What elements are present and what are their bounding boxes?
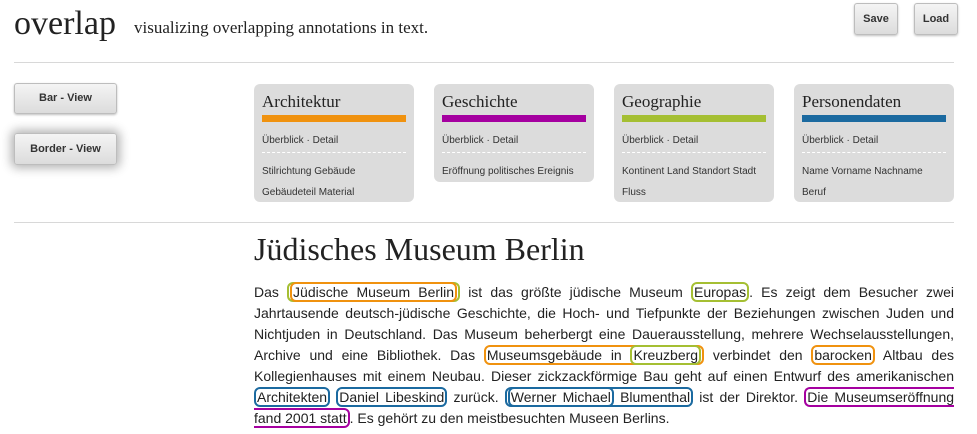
overview-link[interactable]: Überblick <box>622 135 664 146</box>
category-item[interactable]: Standort <box>692 166 730 177</box>
category-divider <box>622 152 766 153</box>
detail-link[interactable]: Detail <box>853 135 879 146</box>
category-item[interactable]: Stilrichtung <box>262 166 311 177</box>
category-divider <box>802 152 946 153</box>
text-segment: ist der Direktor. <box>693 389 805 405</box>
category-color-bar <box>442 115 586 122</box>
overview-link[interactable]: Überblick <box>802 135 844 146</box>
annotation-personendaten[interactable]: Werner Michael <box>507 387 614 407</box>
category-color-bar <box>802 115 946 122</box>
category-color-bar <box>262 115 406 122</box>
category-title: Personendaten <box>802 92 902 111</box>
category-title: Architektur <box>262 92 341 111</box>
annotation-architektur[interactable]: barocken <box>811 345 875 365</box>
detail-link[interactable]: Detail <box>493 135 519 146</box>
category-title: Geschichte <box>442 92 518 111</box>
category-item[interactable]: Kontinent <box>622 166 664 177</box>
category-item[interactable]: Gebäudeteil <box>262 187 316 198</box>
load-button[interactable]: Load <box>914 3 958 35</box>
text-segment: . Es gehört zu den meistbesuchten Museen… <box>349 410 670 426</box>
annotation-text: Blumenthal <box>613 389 691 405</box>
category-item[interactable]: Gebäude <box>314 166 355 177</box>
save-button[interactable]: Save <box>854 3 898 35</box>
annotation-personendaten[interactable]: Werner Michael Blumenthal <box>504 387 694 407</box>
app-subtitle: visualizing overlapping annotations in t… <box>134 18 429 37</box>
link-separator: · <box>666 135 670 146</box>
category-item[interactable]: Vorname <box>831 166 871 177</box>
text-segment: zurück. <box>447 389 505 405</box>
category-links: Überblick · Detail <box>622 135 698 146</box>
header-divider <box>14 62 954 63</box>
category-items: Name Vorname Nachname Beruf <box>802 161 952 203</box>
category-item[interactable]: Fluss <box>622 187 646 198</box>
category-items: Stilrichtung Gebäude Gebäudeteil Materia… <box>262 161 412 203</box>
annotation-architektur[interactable]: Jüdische Museum Berlin <box>290 282 458 302</box>
annotation-architektur[interactable]: Museumsgebäude in Kreuzberg <box>483 345 705 365</box>
category-panel-geschichte: Geschichte Überblick · Detail Eröffnung … <box>434 84 594 182</box>
detail-link[interactable]: Detail <box>313 135 339 146</box>
annotation-personendaten[interactable]: Daniel Libeskind <box>336 387 448 407</box>
bar-view-button[interactable]: Bar - View <box>14 83 117 114</box>
annotation-text: Museumsgebäude in <box>486 347 631 363</box>
category-item[interactable]: Name <box>802 166 829 177</box>
category-links: Überblick · Detail <box>262 135 338 146</box>
content-divider <box>14 222 954 223</box>
category-item[interactable]: Eröffnung <box>442 166 485 177</box>
category-item[interactable]: Land <box>667 166 689 177</box>
overview-link[interactable]: Überblick <box>262 135 304 146</box>
overview-link[interactable]: Überblick <box>442 135 484 146</box>
category-panel-architektur: Architektur Überblick · Detail Stilricht… <box>254 84 414 202</box>
document-text: Das Jüdische Museum Berlin ist das größt… <box>254 282 955 429</box>
category-links: Überblick · Detail <box>802 135 878 146</box>
annotation-geographie[interactable]: Jüdische Museum Berlin <box>287 282 461 302</box>
category-item[interactable]: Material <box>319 187 355 198</box>
category-item[interactable]: Nachname <box>874 166 922 177</box>
category-divider <box>262 152 406 153</box>
category-items: Kontinent Land Standort Stadt Fluss <box>622 161 772 203</box>
annotation-personendaten[interactable]: Architekten <box>254 387 331 407</box>
category-color-bar <box>622 115 766 122</box>
annotation-geographie[interactable]: Europas <box>690 282 750 302</box>
detail-link[interactable]: Detail <box>673 135 699 146</box>
link-separator: · <box>306 135 310 146</box>
text-segment: verbindet den <box>704 347 812 363</box>
border-view-button[interactable]: Border - View <box>14 133 117 165</box>
category-divider <box>442 152 586 153</box>
link-separator: · <box>846 135 850 146</box>
category-panel-geographie: Geographie Überblick · Detail Kontinent … <box>614 84 774 202</box>
document-title: Jüdisches Museum Berlin <box>254 231 585 267</box>
annotation-geographie[interactable]: Kreuzberg <box>630 345 702 365</box>
category-item[interactable]: politisches Ereignis <box>488 166 574 177</box>
text-segment: Das <box>254 284 288 300</box>
category-item[interactable]: Stadt <box>733 166 756 177</box>
category-items: Eröffnung politisches Ereignis <box>442 161 592 182</box>
text-segment: ist das größte jüdische Museum <box>460 284 691 300</box>
category-item[interactable]: Beruf <box>802 187 826 198</box>
category-panel-personendaten: Personendaten Überblick · Detail Name Vo… <box>794 84 954 202</box>
app-title: overlap <box>14 5 116 42</box>
category-title: Geographie <box>622 92 702 111</box>
link-separator: · <box>486 135 490 146</box>
category-links: Überblick · Detail <box>442 135 518 146</box>
